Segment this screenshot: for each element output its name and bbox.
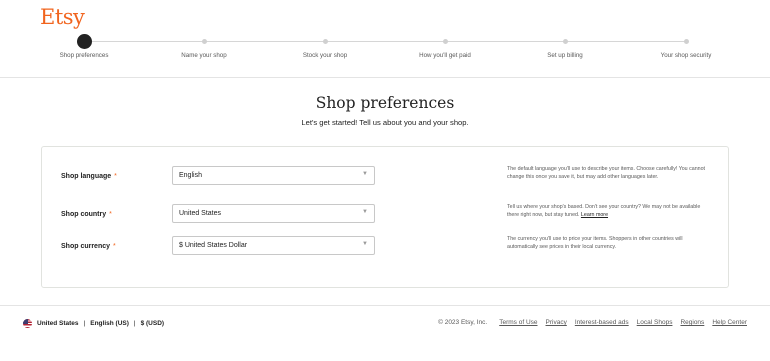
shop-country-label-text: Shop country [61, 211, 107, 218]
step-dot [683, 39, 689, 44]
footer-currency: $ (USD) [140, 320, 165, 327]
footer-separator: | [83, 320, 86, 327]
learn-more-link[interactable]: Learn more [581, 212, 608, 218]
step-dot [562, 39, 568, 44]
step-dot-active [76, 34, 92, 49]
privacy-link[interactable]: Privacy [546, 319, 567, 326]
step-dot [322, 39, 328, 44]
chevron-down-icon: ▼ [362, 171, 368, 177]
required-mark: * [114, 173, 117, 180]
step-label: Shop preferences [59, 52, 109, 59]
step-stock-your-shop: Stock your shop [255, 34, 395, 59]
shop-country-value: United States [179, 210, 222, 217]
us-flag-icon [23, 319, 32, 328]
step-label: Your shop security [660, 52, 712, 59]
step-shop-preferences: Shop preferences [14, 34, 154, 59]
shop-currency-help: The currency you'll use to price your it… [507, 236, 683, 250]
page-subtitle: Let's get started! Tell us about you and… [301, 118, 469, 127]
step-label: How you'll get paid [419, 52, 471, 59]
shop-currency-label-text: Shop currency [61, 243, 111, 250]
step-label: Stock your shop [302, 52, 348, 59]
onboarding-stepper: Shop preferences Name your shop Stock yo… [0, 34, 770, 74]
header-divider [0, 77, 770, 78]
regions-link[interactable]: Regions [680, 319, 704, 326]
shop-language-select[interactable]: English ▼ [172, 166, 375, 185]
chevron-down-icon: ▼ [362, 241, 368, 247]
terms-of-use-link[interactable]: Terms of Use [499, 319, 537, 326]
interest-based-ads-link[interactable]: Interest-based ads [575, 319, 629, 326]
etsy-logo[interactable]: Etsy [40, 5, 85, 29]
shop-country-help: Tell us where your shop's based. Don't s… [507, 204, 712, 219]
footer-divider [0, 305, 770, 306]
required-mark: * [109, 211, 112, 218]
shop-language-label-text: Shop language [61, 173, 112, 180]
required-mark: * [113, 243, 116, 250]
shop-language-label: Shop language * [61, 173, 117, 180]
page-title: Shop preferences [315, 94, 455, 112]
step-dot [201, 39, 207, 44]
footer-region: United States [37, 320, 79, 327]
chevron-down-icon: ▼ [362, 209, 368, 215]
shop-language-help: The default language you'll use to descr… [507, 166, 706, 180]
shop-currency-value: $ United States Dollar [179, 242, 248, 249]
help-center-link[interactable]: Help Center [712, 319, 747, 326]
footer-copyright: © 2023 Etsy, Inc. [438, 319, 488, 326]
step-how-youll-get-paid: How you'll get paid [375, 34, 515, 59]
step-set-up-billing: Set up billing [495, 34, 635, 59]
preferences-card: Shop language * English ▼ The default lan… [41, 146, 729, 288]
local-shops-link[interactable]: Local Shops [637, 319, 673, 326]
footer-separator: | [133, 320, 136, 327]
shop-currency-select[interactable]: $ United States Dollar ▼ [172, 236, 375, 255]
shop-country-select[interactable]: United States ▼ [172, 204, 375, 223]
step-label: Set up billing [547, 52, 583, 59]
region-settings-button[interactable]: United States | English (US) | $ (USD) [23, 319, 164, 328]
step-name-your-shop: Name your shop [134, 34, 274, 59]
step-dot [442, 39, 448, 44]
footer-links: © 2023 Etsy, Inc. Terms of Use Privacy I… [438, 319, 747, 326]
step-your-shop-security: Your shop security [616, 34, 756, 59]
shop-currency-label: Shop currency * [61, 243, 116, 250]
footer-language: English (US) [90, 320, 129, 327]
shop-country-label: Shop country * [61, 211, 112, 218]
step-label: Name your shop [181, 52, 227, 59]
shop-language-value: English [179, 172, 202, 179]
